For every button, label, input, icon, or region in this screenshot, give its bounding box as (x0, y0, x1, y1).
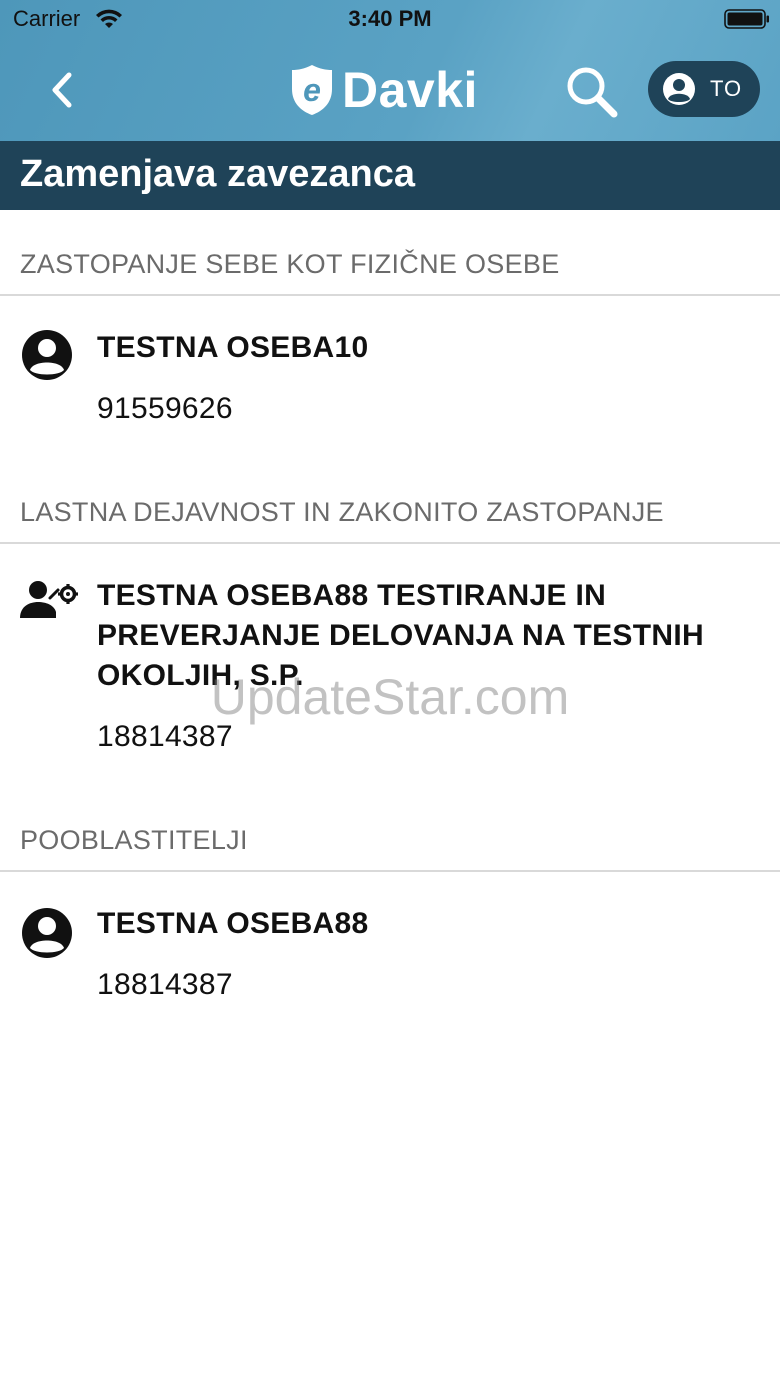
item-tax-number: 91559626 (97, 392, 233, 425)
section-header-label: LASTNA DEJAVNOST IN ZAKONITO ZASTOPANJE (20, 497, 664, 527)
page-title: Zamenjava zavezanca (20, 153, 416, 195)
app-header: Carrier 3:40 PM e Davki TO (0, 0, 780, 141)
item-tax-number: 18814387 (97, 720, 233, 753)
item-name: TESTNA OSEBA10 (97, 331, 369, 364)
shield-logo-icon: e (292, 65, 332, 115)
user-initials: TO (710, 76, 743, 101)
section-header-label: ZASTOPANJE SEBE KOT FIZIČNE OSEBE (20, 249, 560, 279)
chevron-left-icon (52, 72, 72, 108)
section-header-self: ZASTOPANJE SEBE KOT FIZIČNE OSEBE (0, 210, 780, 296)
user-circle-icon (663, 73, 695, 105)
item-tax-number: 18814387 (97, 968, 233, 1001)
user-profile-button[interactable]: TO (648, 61, 760, 117)
svg-text:e: e (303, 72, 321, 108)
page-title-bar: Zamenjava zavezanca (0, 141, 780, 210)
person-circle-icon (22, 330, 72, 380)
search-icon (567, 67, 618, 118)
search-button[interactable] (562, 62, 622, 122)
list-item-business[interactable]: TESTNA OSEBA88 TESTIRANJE IN PREVERJANJE… (0, 544, 780, 786)
status-bar: Carrier 3:40 PM (0, 0, 780, 40)
back-button[interactable] (40, 68, 84, 112)
section-header-authorizers: POOBLASTITELJI (0, 786, 780, 872)
item-name: TESTNA OSEBA88 (97, 907, 369, 940)
section-header-label: POOBLASTITELJI (20, 825, 248, 855)
navigation-bar: e Davki TO (0, 40, 780, 141)
logo-text: Davki (342, 62, 478, 118)
item-name: TESTNA OSEBA88 TESTIRANJE IN PREVERJANJE… (97, 579, 704, 692)
list-item-self[interactable]: TESTNA OSEBA10 91559626 (0, 296, 780, 458)
app-screen: Carrier 3:40 PM e Davki TO Zamenjava zav… (0, 0, 780, 1387)
edavki-logo: e Davki (290, 62, 478, 118)
clock: 3:40 PM (348, 6, 432, 31)
person-circle-icon (22, 908, 72, 958)
section-header-business: LASTNA DEJAVNOST IN ZAKONITO ZASTOPANJE (0, 458, 780, 544)
person-gear-icon (20, 581, 78, 618)
list-item-authorizer[interactable]: TESTNA OSEBA88 18814387 (0, 872, 780, 1034)
battery-icon (724, 9, 769, 29)
